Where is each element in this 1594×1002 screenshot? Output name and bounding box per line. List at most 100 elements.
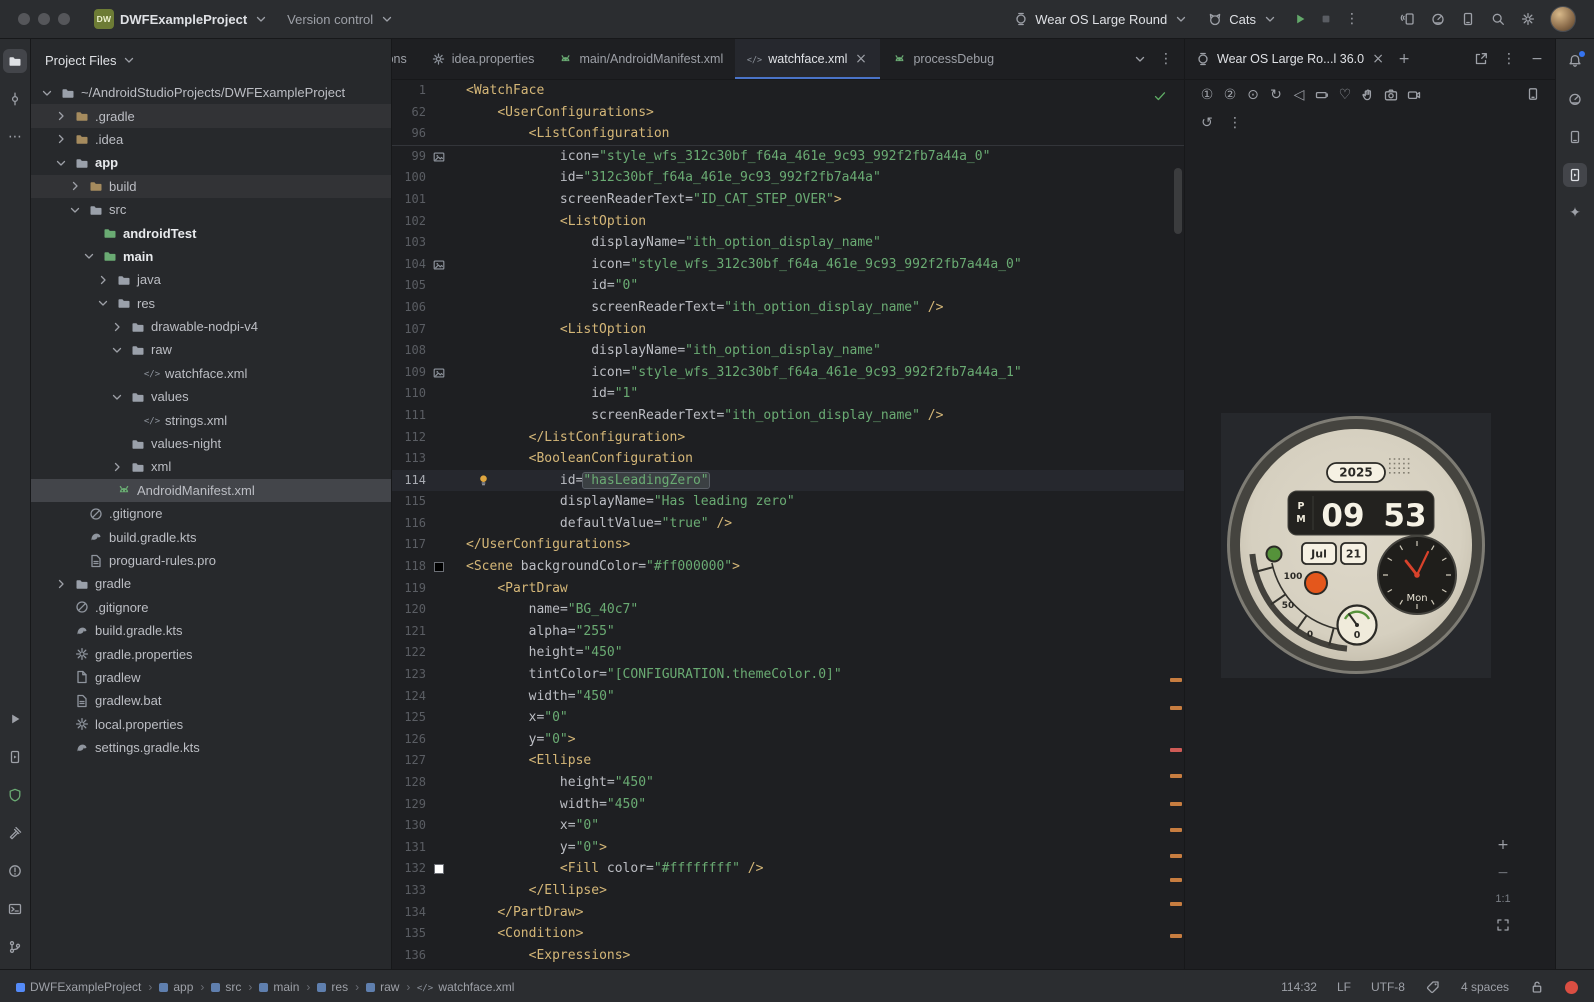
code-line-122[interactable]: 122 height="450" bbox=[392, 642, 1184, 664]
code-line-127[interactable]: 127 <Ellipse bbox=[392, 750, 1184, 772]
chevron-right-icon[interactable] bbox=[67, 178, 83, 194]
code-line-116[interactable]: 116 defaultValue="true" /> bbox=[392, 513, 1184, 535]
tree-item-values[interactable]: values bbox=[31, 385, 391, 408]
vcs-widget[interactable]: Version control bbox=[279, 7, 403, 31]
running-devices-icon[interactable] bbox=[1563, 163, 1587, 187]
chevron-right-icon[interactable] bbox=[109, 319, 125, 335]
tree-item-build-gradle-kts[interactable]: build.gradle.kts bbox=[31, 525, 391, 548]
device-manager-icon[interactable] bbox=[1460, 11, 1476, 27]
code-line-62[interactable]: 62 <UserConfigurations> bbox=[392, 102, 1184, 124]
tree-item-java[interactable]: java bbox=[31, 268, 391, 291]
chevron-down-icon[interactable] bbox=[67, 202, 83, 218]
palm-icon[interactable] bbox=[1360, 87, 1376, 103]
user-avatar[interactable] bbox=[1550, 6, 1576, 32]
tree-item-drawable-nodpi-v4[interactable]: drawable-nodpi-v4 bbox=[31, 315, 391, 338]
tree-item--idea[interactable]: .idea bbox=[31, 128, 391, 151]
hidden-tabs-chevron-icon[interactable] bbox=[1132, 51, 1148, 67]
caret-position[interactable]: 114:32 bbox=[1281, 980, 1317, 994]
tree-item-androidtest[interactable]: androidTest bbox=[31, 221, 391, 244]
device-mirroring-icon[interactable] bbox=[1400, 11, 1416, 27]
tree-item-gradlew[interactable]: gradlew bbox=[31, 666, 391, 689]
problems-icon[interactable] bbox=[3, 859, 27, 883]
code-line-102[interactable]: 102 <ListOption bbox=[392, 211, 1184, 233]
close-window-button[interactable] bbox=[18, 13, 30, 25]
chevron-right-icon[interactable] bbox=[109, 459, 125, 475]
device-tab[interactable]: Wear OS Large Ro...l 36.0 × bbox=[1195, 51, 1386, 67]
tree-item-gradle[interactable]: gradle bbox=[31, 572, 391, 595]
code-line-130[interactable]: 130 x="0" bbox=[392, 815, 1184, 837]
breadcrumb-item[interactable]: </> watchface.xml bbox=[417, 979, 514, 995]
chevron-down-icon[interactable] bbox=[53, 155, 69, 171]
tree-item-build-gradle-kts[interactable]: build.gradle.kts bbox=[31, 619, 391, 642]
crown-icon[interactable]: ⊙ bbox=[1245, 87, 1261, 103]
code-line-123[interactable]: 123 tintColor="[CONFIGURATION.themeColor… bbox=[392, 664, 1184, 686]
profiler-icon[interactable] bbox=[1430, 11, 1446, 27]
rotate-icon[interactable]: ↻ bbox=[1268, 87, 1284, 103]
chevron-right-icon[interactable] bbox=[53, 576, 69, 592]
tree-item--gradle[interactable]: .gradle bbox=[31, 104, 391, 128]
tree-item--gitignore[interactable]: .gitignore bbox=[31, 596, 391, 619]
analysis-mark[interactable] bbox=[1170, 854, 1182, 858]
device-manager-icon[interactable] bbox=[1563, 125, 1587, 149]
code-line-107[interactable]: 107 <ListOption bbox=[392, 319, 1184, 341]
code-line-124[interactable]: 124 width="450" bbox=[392, 686, 1184, 708]
video-icon[interactable] bbox=[1406, 87, 1422, 103]
tab-processdebug[interactable]: processDebug bbox=[880, 39, 1006, 79]
code-line-111[interactable]: 111 screenReaderText="ith_option_display… bbox=[392, 405, 1184, 427]
tab-watchface-xml[interactable]: </> watchface.xml × bbox=[735, 39, 881, 79]
color-preview-swatch[interactable] bbox=[434, 561, 444, 572]
code-line-105[interactable]: 105 id="0" bbox=[392, 275, 1184, 297]
run-button[interactable] bbox=[1288, 7, 1312, 31]
breadcrumb-item[interactable]: raw bbox=[366, 980, 399, 994]
close-device-tab-icon[interactable]: × bbox=[1370, 51, 1386, 67]
project-selector[interactable]: DW DWFExampleProject bbox=[86, 5, 277, 33]
tree-item-xml[interactable]: xml bbox=[31, 455, 391, 478]
file-encoding[interactable]: UTF-8 bbox=[1371, 980, 1405, 994]
code-line-120[interactable]: 120 name="BG_40c7" bbox=[392, 599, 1184, 621]
chevron-right-icon[interactable] bbox=[95, 272, 111, 288]
breadcrumb-item[interactable]: app bbox=[159, 980, 193, 994]
camera-icon[interactable] bbox=[1383, 87, 1399, 103]
tree-item-build[interactable]: build bbox=[31, 174, 391, 198]
minimize-window-button[interactable] bbox=[38, 13, 50, 25]
tab-options-icon[interactable]: ⋮ bbox=[1158, 51, 1174, 67]
code-line-121[interactable]: 121 alpha="255" bbox=[392, 621, 1184, 643]
code-line-132[interactable]: 132 <Fill color="#ffffffff" /> bbox=[392, 858, 1184, 880]
zoom-in-icon[interactable]: + bbox=[1495, 837, 1511, 853]
hide-panel-icon[interactable]: − bbox=[1529, 51, 1545, 67]
code-line-133[interactable]: 133 </Ellipse> bbox=[392, 880, 1184, 902]
run-icon[interactable] bbox=[3, 707, 27, 731]
tree-item-local-properties[interactable]: local.properties bbox=[31, 713, 391, 736]
fit-screen-icon[interactable] bbox=[1495, 917, 1511, 933]
analysis-mark[interactable] bbox=[1170, 706, 1182, 710]
breadcrumb-item[interactable]: src bbox=[211, 980, 241, 994]
chevron-right-icon[interactable] bbox=[53, 108, 69, 124]
analysis-mark[interactable] bbox=[1170, 902, 1182, 906]
tree-item-androidmanifest-xml[interactable]: AndroidManifest.xml bbox=[31, 478, 391, 503]
stop-button[interactable] bbox=[1314, 7, 1338, 31]
running-devices-icon[interactable] bbox=[3, 745, 27, 769]
analysis-mark[interactable] bbox=[1170, 828, 1182, 832]
more-vert-icon[interactable]: ⋮ bbox=[1227, 115, 1243, 131]
code-line-99[interactable]: 99 icon="style_wfs_312c30bf_f64a_461e_9c… bbox=[392, 146, 1184, 168]
heart-icon[interactable]: ♡ bbox=[1337, 87, 1353, 103]
code-line-128[interactable]: 128 height="450" bbox=[392, 772, 1184, 794]
add-device-tab-icon[interactable]: + bbox=[1396, 51, 1412, 67]
chevron-down-icon[interactable] bbox=[109, 342, 125, 358]
device-screen[interactable]: 100 50 0 2025 P M 09 53 Jul 21 Mon 0 bbox=[1221, 413, 1491, 678]
mirror-icon[interactable] bbox=[1525, 86, 1541, 102]
code-line-100[interactable]: 100 id="312c30bf_f64a_461e_9c93_992f2fb7… bbox=[392, 167, 1184, 189]
breadcrumb-item[interactable]: main bbox=[259, 980, 299, 994]
code-line-131[interactable]: 131 y="0"> bbox=[392, 837, 1184, 859]
code-line-104[interactable]: 104 icon="style_wfs_312c30bf_f64a_461e_9… bbox=[392, 254, 1184, 276]
project-panel-header[interactable]: Project Files bbox=[31, 39, 391, 81]
tree-item--androidstudioprojects-dwfexampleproject[interactable]: ~/AndroidStudioProjects/DWFExampleProjec… bbox=[31, 81, 391, 104]
code-line-136[interactable]: 136 <Expressions> bbox=[392, 945, 1184, 967]
device-selector[interactable]: Wear OS Large Round bbox=[1005, 7, 1197, 31]
analysis-mark[interactable] bbox=[1170, 934, 1182, 938]
code-line-115[interactable]: 115 displayName="Has leading zero" bbox=[392, 491, 1184, 513]
tag-icon[interactable] bbox=[1425, 979, 1441, 995]
version-control-icon[interactable] bbox=[3, 935, 27, 959]
analysis-mark[interactable] bbox=[1170, 802, 1182, 806]
zoom-out-icon[interactable]: − bbox=[1495, 865, 1511, 881]
